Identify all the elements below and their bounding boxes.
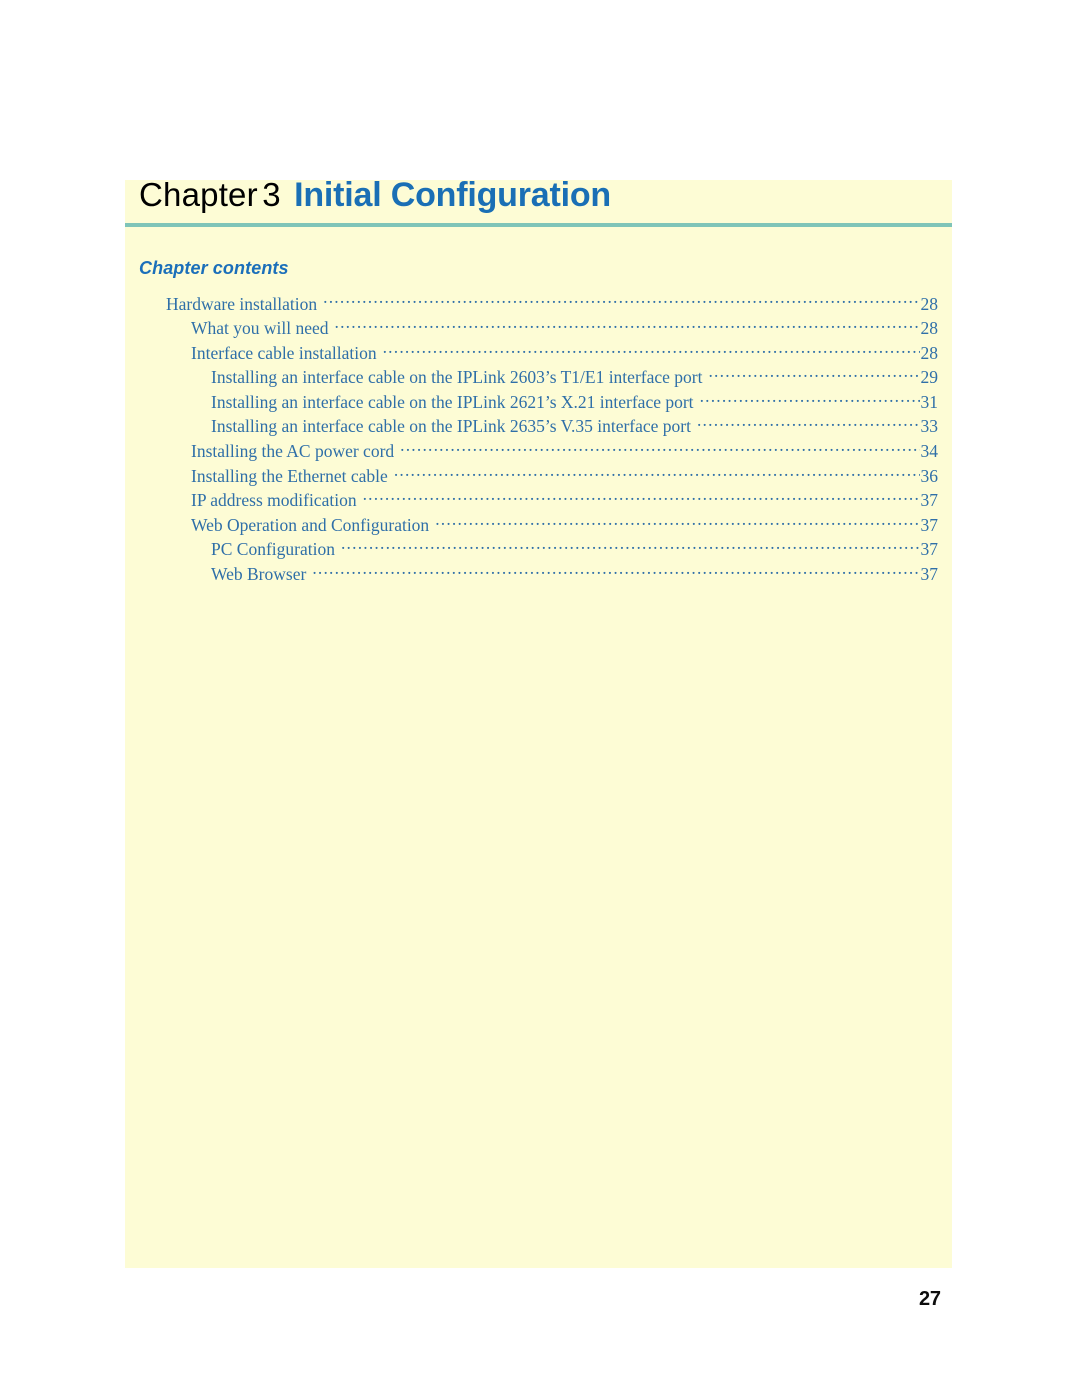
- toc-dot-leader: [394, 464, 920, 482]
- toc-entry[interactable]: PC Configuration 37: [125, 538, 952, 563]
- toc-entry[interactable]: Interface cable installation 28: [125, 341, 952, 366]
- toc-entry[interactable]: What you will need 28: [125, 317, 952, 342]
- toc-entry[interactable]: Web Browser 37: [125, 563, 952, 588]
- toc-dot-leader: [708, 366, 919, 384]
- toc-entry[interactable]: Installing the AC power cord 34: [125, 440, 952, 465]
- toc-entry-label: IP address modification: [191, 490, 357, 511]
- toc-dot-leader: [312, 563, 919, 581]
- toc-entry-page: 29: [920, 367, 939, 388]
- toc-entry[interactable]: Installing an interface cable on the IPL…: [125, 366, 952, 391]
- toc-entry-label: Installing the AC power cord: [191, 441, 395, 462]
- toc-entry-page: 33: [920, 416, 939, 437]
- toc-entry-page: 34: [920, 441, 939, 462]
- toc-dot-leader: [341, 538, 920, 556]
- page-number-folio: 27: [919, 1288, 941, 1310]
- chapter-name: Initial Configuration: [294, 176, 611, 214]
- table-of-contents: Hardware installation 28 What you will n…: [125, 292, 952, 587]
- toc-dot-leader: [400, 440, 919, 458]
- toc-entry-page: 28: [920, 342, 939, 363]
- title-divider-rule: [125, 223, 952, 227]
- toc-entry-page: 28: [920, 293, 939, 314]
- toc-entry-page: 31: [920, 391, 939, 412]
- toc-entry-label: Hardware installation: [166, 293, 318, 314]
- toc-entry-label: Interface cable installation: [191, 342, 377, 363]
- toc-dot-leader: [383, 341, 920, 359]
- chapter-number: 3: [262, 176, 281, 213]
- toc-entry-page: 37: [920, 564, 939, 585]
- toc-dot-leader: [697, 415, 920, 433]
- toc-dot-leader: [335, 317, 920, 335]
- toc-entry-page: 28: [920, 318, 939, 339]
- toc-dot-leader: [323, 292, 919, 310]
- chapter-contents-heading: Chapter contents: [139, 258, 289, 278]
- toc-dot-leader: [700, 390, 920, 408]
- toc-entry[interactable]: Installing an interface cable on the IPL…: [125, 390, 952, 415]
- chapter-label: Chapter: [139, 176, 258, 213]
- toc-entry[interactable]: IP address modification 37: [125, 489, 952, 514]
- toc-entry[interactable]: Installing the Ethernet cable 36: [125, 464, 952, 489]
- toc-entry-label: Installing the Ethernet cable: [191, 465, 388, 486]
- toc-entry-page: 37: [920, 514, 939, 535]
- toc-entry-page: 37: [920, 490, 939, 511]
- toc-entry[interactable]: Installing an interface cable on the IPL…: [125, 415, 952, 440]
- toc-entry-label: PC Configuration: [211, 539, 335, 560]
- toc-entry-label: Installing an interface cable on the IPL…: [211, 367, 703, 388]
- chapter-title: Chapter 3 Initial Configuration: [139, 176, 611, 215]
- toc-entry[interactable]: Hardware installation 28: [125, 292, 952, 317]
- chapter-page-panel: Chapter 3 Initial Configuration Chapter …: [125, 176, 952, 1268]
- toc-entry-label: What you will need: [191, 318, 329, 339]
- toc-entry-label: Web Browser: [211, 564, 307, 585]
- toc-dot-leader: [435, 513, 919, 531]
- toc-entry-label: Installing an interface cable on the IPL…: [211, 416, 691, 437]
- toc-entry[interactable]: Web Operation and Configuration 37: [125, 513, 952, 538]
- toc-entry-label: Installing an interface cable on the IPL…: [211, 391, 694, 412]
- toc-entry-page: 37: [920, 539, 939, 560]
- toc-entry-page: 36: [920, 465, 939, 486]
- toc-dot-leader: [363, 489, 920, 507]
- toc-entry-label: Web Operation and Configuration: [191, 514, 430, 535]
